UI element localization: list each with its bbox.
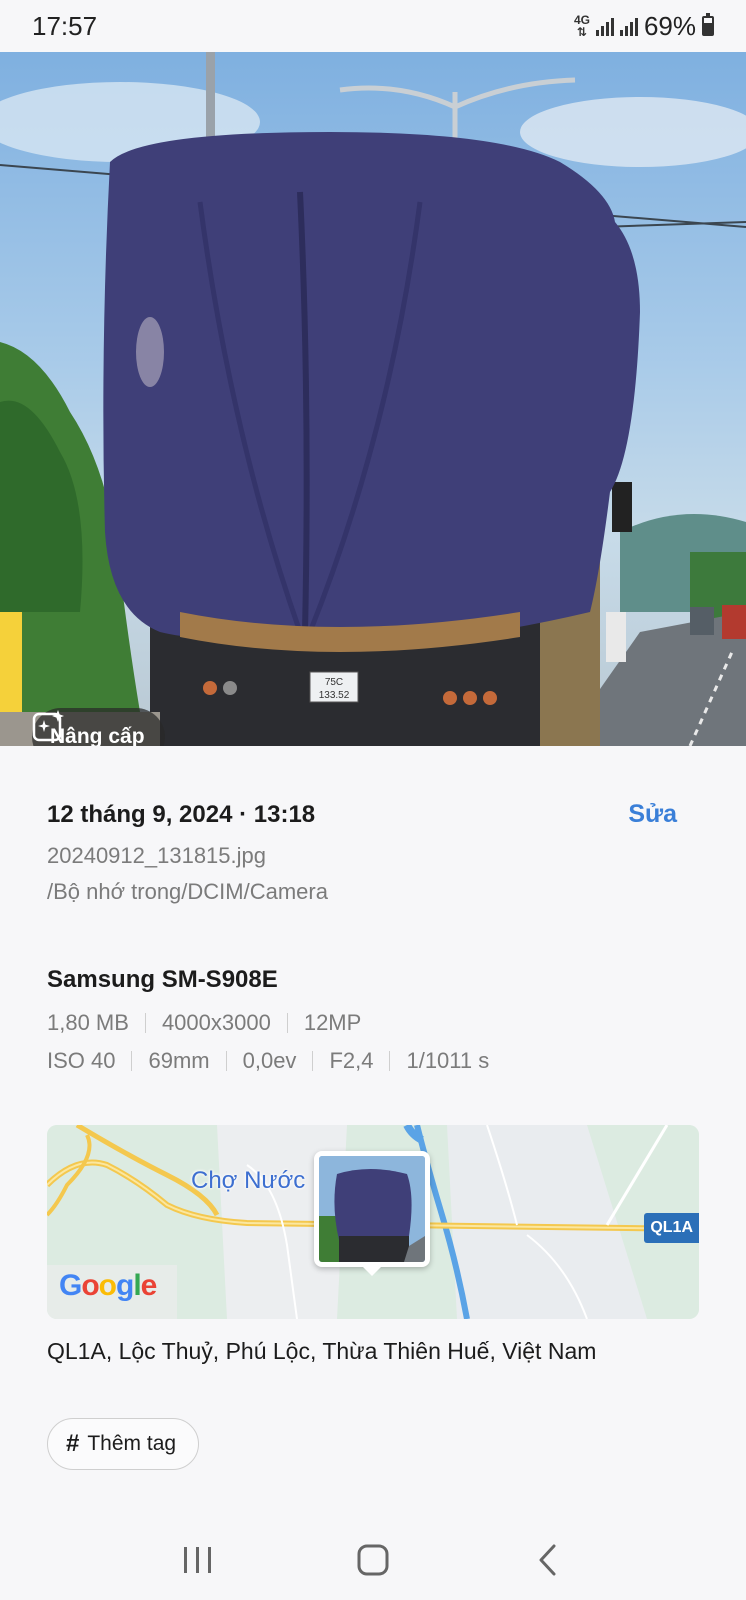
map-photo-thumbnail[interactable] [314,1151,430,1267]
shutter-speed: 1/1011 s [406,1048,490,1073]
battery-fill [704,22,712,34]
network-type-label: 4G [573,13,590,27]
file-details: 12 tháng 9, 2024 · 13:18 Sửa 20240912_13… [47,800,699,905]
battery-icon [702,13,714,36]
iso: ISO 40 [47,1048,116,1073]
file-name: 20240912_131815.jpg [47,843,267,868]
device-info: Samsung SM-S908E 1,80 MB 4000x3000 12MP … [47,966,699,1074]
file-size: 1,80 MB [47,1010,129,1035]
focal-length: 69mm [148,1048,210,1073]
thumbnail-image [319,1156,425,1262]
logo-letter: o [81,1269,99,1302]
logo-letter: l [133,1269,141,1302]
recents-button[interactable] [168,1530,228,1590]
logo-letter: o [98,1269,117,1302]
location-map[interactable]: Chợ Nước QL1A Google [47,1125,699,1319]
spec-divider [144,1013,146,1033]
photo-preview[interactable]: 75C 133.52 Nâng cấp [0,52,746,746]
datetime-row: 12 tháng 9, 2024 · 13:18 Sửa [47,800,699,829]
location-address[interactable]: QL1A, Lộc Thuỷ, Phú Lộc, Thừa Thiên Huế,… [47,1338,596,1365]
signal-icon [595,16,614,36]
google-logo: Google [59,1269,158,1303]
add-tag-button[interactable]: # Thêm tag [47,1418,200,1470]
edit-button[interactable]: Sửa [628,800,677,829]
photo-details-screen: 17:57 4G ⇅ 69% 75C 133.52 Nâng cấp 12 th… [0,0,746,1600]
navigation-bar [0,1520,746,1600]
spec-divider [312,1051,314,1071]
map-pin-tail [362,1266,382,1276]
svg-text:133.52: 133.52 [319,690,350,701]
spec-divider [131,1051,133,1071]
spec-divider [286,1013,288,1033]
signal-icon-2 [619,16,638,36]
file-path: /Bộ nhớ trong/DCIM/Camera [47,879,328,904]
photo-datetime: 12 tháng 9, 2024 · 13:18 [47,800,316,828]
resolution: 4000x3000 [161,1010,271,1035]
device-name: Samsung SM-S908E [47,966,278,993]
home-button[interactable] [343,1530,403,1590]
sparkle-image-icon [32,710,64,742]
file-specs-row: 1,80 MB 4000x3000 12MP [47,1010,699,1036]
logo-letter: e [140,1269,158,1302]
status-bar: 17:57 4G ⇅ 69% [0,0,746,52]
camera-specs-row: ISO 40 69mm 0,0ev F2,4 1/1011 s [47,1048,699,1074]
network-type-icon: 4G ⇅ [573,13,590,39]
status-icons: 4G ⇅ 69% [574,11,714,42]
aperture: F2,4 [329,1048,374,1073]
recents-icon [183,1547,211,1573]
logo-letter: g [116,1269,134,1302]
upgrade-button[interactable]: Nâng cấp [32,708,165,746]
spec-divider [389,1051,391,1071]
back-icon [539,1544,556,1576]
back-button[interactable] [518,1530,578,1590]
home-icon [357,1544,389,1576]
road-badge: QL1A [644,1213,699,1243]
battery-percent: 69% [643,10,696,41]
hashtag-icon: # [66,1430,80,1457]
exposure-value: 0,0ev [242,1048,297,1073]
svg-text:75C: 75C [325,677,343,688]
add-tag-label: Thêm tag [87,1432,177,1455]
spec-divider [225,1051,227,1071]
map-place-label: Chợ Nước [191,1167,306,1194]
logo-letter: G [59,1269,82,1302]
photo-image: 75C 133.52 [0,52,746,746]
megapixels: 12MP [303,1010,362,1035]
status-time: 17:57 [32,10,98,41]
